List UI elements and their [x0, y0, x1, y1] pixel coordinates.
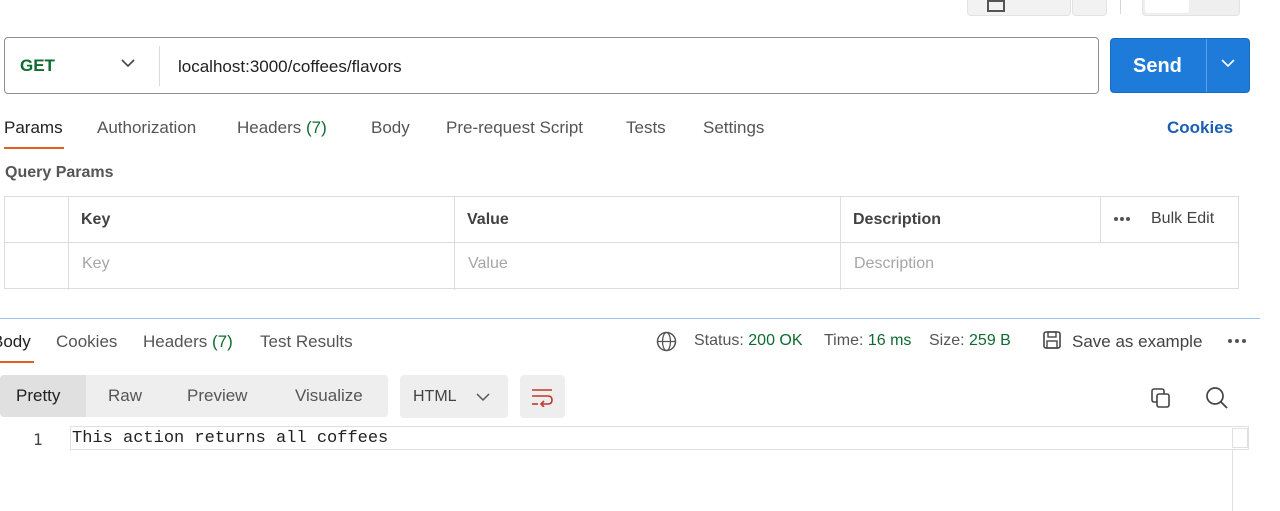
column-header-description: Description	[853, 211, 942, 228]
view-toggle-active[interactable]	[1145, 0, 1189, 13]
wrap-lines-icon	[532, 389, 553, 407]
response-tab-cookies[interactable]: Cookies	[56, 332, 117, 352]
status-value: 200 OK	[748, 332, 803, 349]
send-split	[1206, 39, 1207, 92]
method-select[interactable]: GET	[20, 56, 55, 76]
view-mode-preview[interactable]: Preview	[187, 386, 247, 406]
time-label: Time:	[824, 332, 864, 349]
more-options-icon[interactable]	[1227, 338, 1247, 344]
more-options-icon[interactable]	[1113, 216, 1131, 222]
time-indicator[interactable]: Time: 16 ms	[824, 332, 911, 350]
response-tab-headers-count: (7)	[212, 332, 233, 351]
tab-params[interactable]: Params	[4, 118, 63, 138]
doc-icon	[987, 0, 1005, 12]
time-value: 16 ms	[867, 332, 912, 349]
description-input[interactable]: Description	[854, 255, 934, 273]
url-input[interactable]: localhost:3000/coffees/flavors	[178, 57, 402, 77]
tab-pre-request-script[interactable]: Pre-request Script	[446, 118, 583, 138]
active-tab-underline	[0, 361, 34, 363]
size-label: Size:	[929, 332, 965, 349]
chevron-down-icon	[476, 393, 490, 402]
wrap-lines-button[interactable]	[520, 375, 565, 418]
tab-settings[interactable]: Settings	[703, 118, 764, 138]
url-divider	[159, 46, 160, 86]
table-divider	[840, 197, 841, 290]
table-divider	[5, 242, 1238, 243]
url-bar: GET localhost:3000/coffees/flavors	[4, 37, 1099, 94]
response-tab-test-results[interactable]: Test Results	[260, 332, 353, 352]
format-select-value: HTML	[413, 388, 457, 405]
view-mode-raw[interactable]: Raw	[108, 386, 142, 406]
editor-scrollbar[interactable]	[1232, 450, 1233, 511]
response-tab-headers-label: Headers	[143, 332, 208, 351]
tab-headers-count: (7)	[306, 118, 327, 137]
response-tab-body[interactable]: Body	[0, 332, 31, 352]
tab-tests[interactable]: Tests	[626, 118, 666, 138]
cookies-link[interactable]: Cookies	[1167, 118, 1233, 138]
bulk-edit-button[interactable]: Bulk Edit	[1151, 210, 1214, 228]
size-indicator[interactable]: Size: 259 B	[929, 332, 1011, 350]
query-params-title: Query Params	[5, 164, 114, 181]
chevron-down-icon[interactable]	[1221, 58, 1235, 68]
globe-icon[interactable]	[656, 331, 677, 352]
search-icon[interactable]	[1205, 386, 1229, 410]
line-number: 1	[33, 430, 43, 449]
tab-authorization[interactable]: Authorization	[97, 118, 196, 138]
column-header-key: Key	[81, 211, 111, 228]
toolbar-button[interactable]	[967, 0, 1071, 16]
pane-divider[interactable]	[0, 318, 1260, 319]
column-header-value: Value	[467, 211, 509, 228]
copy-icon[interactable]	[1150, 387, 1172, 409]
key-input[interactable]: Key	[82, 255, 110, 273]
save-icon	[1043, 331, 1061, 349]
save-as-example-button[interactable]: Save as example	[1072, 332, 1202, 352]
tab-body[interactable]: Body	[371, 118, 410, 138]
table-divider	[454, 197, 455, 290]
chevron-down-icon[interactable]	[121, 58, 135, 68]
params-table: Key Value Description Bulk Edit Key Valu…	[4, 196, 1239, 290]
view-toggle[interactable]	[1142, 0, 1240, 16]
status-label: Status:	[694, 332, 744, 349]
toolbar-divider	[1120, 0, 1121, 14]
back-arrow-icon[interactable]	[10, 0, 32, 6]
view-mode-visualize[interactable]: Visualize	[295, 386, 363, 406]
send-button[interactable]: Send	[1110, 38, 1250, 93]
response-tab-headers[interactable]: Headers (7)	[143, 332, 233, 352]
active-tab-underline	[4, 147, 64, 149]
table-divider	[68, 197, 69, 290]
status-indicator[interactable]: Status: 200 OK	[694, 332, 803, 350]
view-mode-pretty[interactable]: Pretty	[16, 386, 60, 406]
send-label: Send	[1133, 55, 1182, 77]
current-line-end	[1232, 428, 1248, 448]
format-select[interactable]: HTML	[400, 375, 508, 418]
tab-headers[interactable]: Headers (7)	[237, 118, 327, 138]
value-input[interactable]: Value	[468, 255, 508, 273]
tab-headers-label: Headers	[237, 118, 302, 137]
size-value: 259 B	[969, 332, 1011, 349]
table-divider	[1100, 197, 1101, 242]
response-body-text[interactable]: This action returns all coffees	[72, 429, 388, 448]
toolbar-dropdown-button[interactable]	[1072, 0, 1107, 16]
